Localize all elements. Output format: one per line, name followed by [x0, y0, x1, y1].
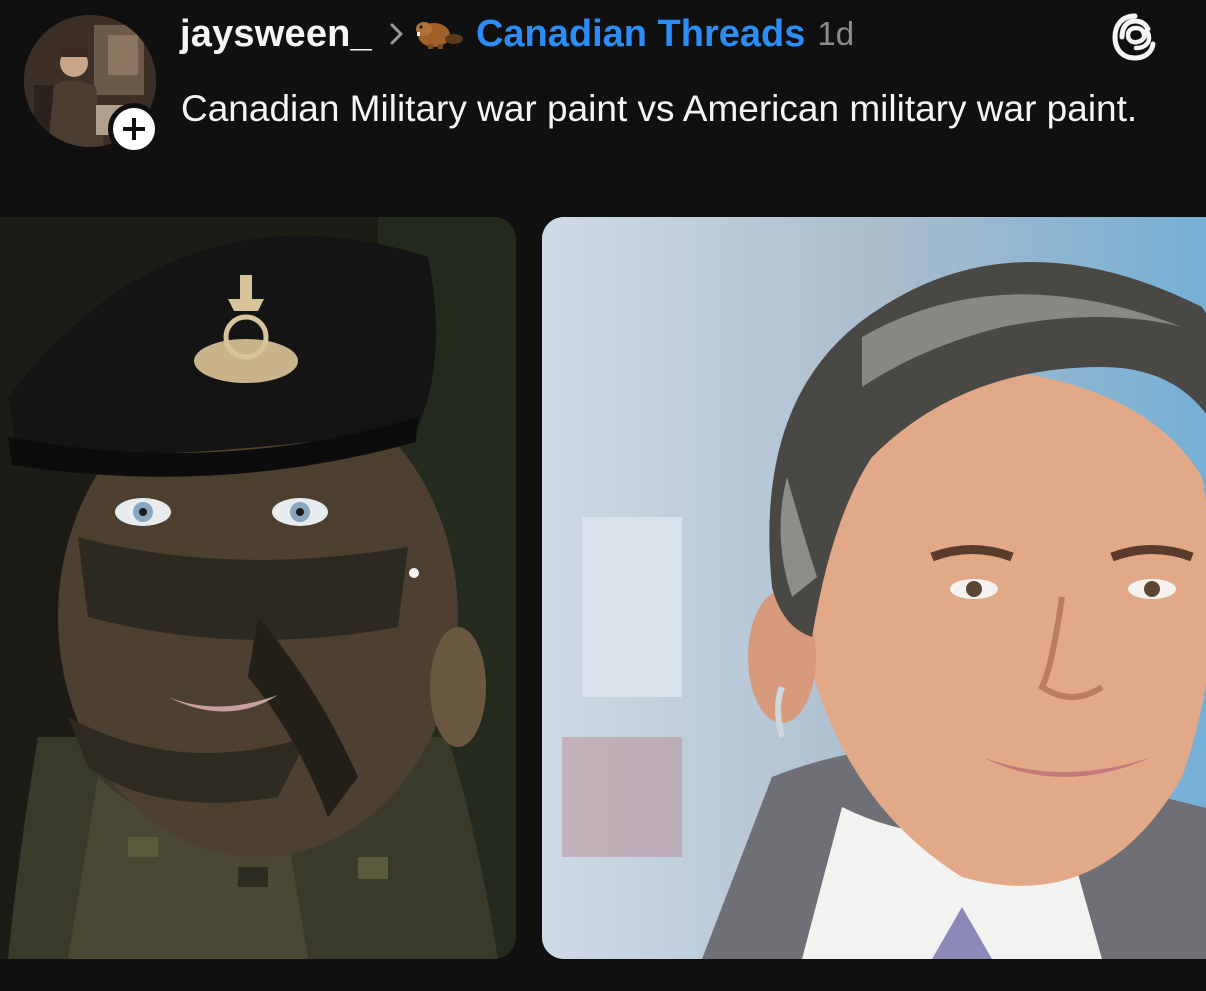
post-image-right[interactable]	[542, 217, 1206, 959]
post-timestamp: 1d	[817, 15, 855, 52]
threads-logo-icon[interactable]	[1110, 12, 1160, 62]
username-link[interactable]: jaysween_	[180, 13, 372, 56]
post-header: jaysween_ Canadian Threads 1d	[180, 8, 854, 60]
beaver-icon	[414, 17, 464, 51]
thread-post: jaysween_ Canadian Threads 1d Canadian M…	[0, 0, 1206, 991]
chevron-right-icon	[390, 23, 404, 45]
author-avatar[interactable]	[24, 15, 160, 155]
post-image-left[interactable]	[0, 217, 516, 959]
plus-icon	[123, 118, 145, 140]
community-link[interactable]: Canadian Threads	[476, 13, 805, 56]
post-body-text: Canadian Military war paint vs American …	[181, 88, 1138, 129]
follow-button[interactable]	[108, 103, 160, 155]
